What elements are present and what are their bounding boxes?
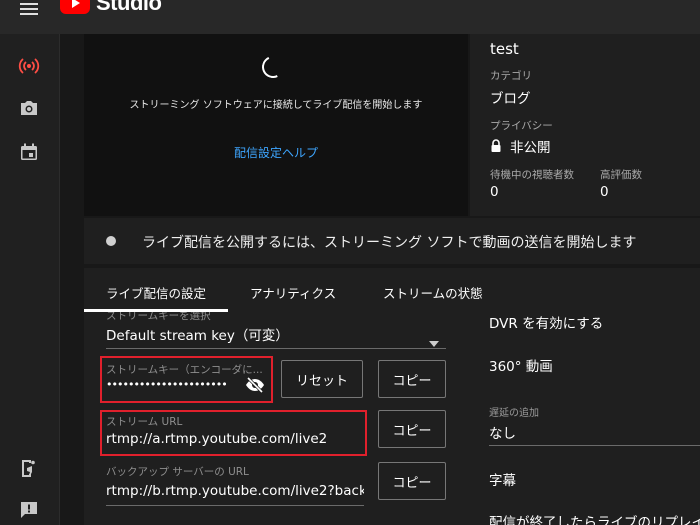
status-message: ライブ配信を公開するには、ストリーミング ソフトで動画の送信を開始します xyxy=(142,235,637,251)
dvr-setting[interactable]: DVR を有効にする xyxy=(489,312,603,332)
copy-stream-url-button[interactable]: コピー xyxy=(378,410,446,448)
captions-setting[interactable]: 字幕 xyxy=(489,469,516,489)
stream-key-select[interactable]: Default stream key（可変） xyxy=(106,324,289,344)
stream-key-label: ストリームキー（エンコーダに... xyxy=(106,364,263,376)
loading-spinner-icon xyxy=(258,52,288,82)
hamburger-icon[interactable] xyxy=(20,0,38,15)
camera-icon[interactable] xyxy=(17,96,41,120)
backup-url-label: バックアップ サーバーの URL xyxy=(106,466,249,478)
tab-analytics[interactable]: アナリティクス xyxy=(250,283,336,302)
select-underline xyxy=(106,348,446,349)
lock-icon xyxy=(490,138,502,152)
tab-stream-settings[interactable]: ライブ配信の設定 xyxy=(106,283,206,302)
backup-url-field[interactable]: rtmp://b.rtmp.youtube.com/live2?backup=1 xyxy=(106,483,364,499)
backup-url-underline xyxy=(106,505,364,506)
stream-title: test xyxy=(490,40,519,58)
latency-underline xyxy=(489,445,700,446)
stream-settings-help-link[interactable]: 配信設定ヘルプ xyxy=(84,144,468,161)
waiting-viewers-label: 待機中の視聴者数 xyxy=(490,169,574,181)
waiting-viewers-value: 0 xyxy=(490,184,499,200)
left-rail xyxy=(0,34,60,525)
latency-label: 遅延の追加 xyxy=(489,408,539,419)
youtube-logo-icon xyxy=(60,0,90,14)
preview-message: ストリーミング ソフトウェアに接続してライブ配信を開始します xyxy=(129,100,423,111)
top-bar: Studio xyxy=(0,0,700,34)
visibility-off-icon[interactable] xyxy=(245,376,265,394)
privacy-value: 非公開 xyxy=(510,140,551,156)
exit-icon[interactable] xyxy=(17,456,41,480)
stream-key-select-label: ストリームキーを選択 xyxy=(106,312,211,322)
live-broadcast-icon[interactable] xyxy=(17,54,41,78)
privacy-label: プライバシー xyxy=(490,120,553,132)
stream-status-bar: ライブ配信を公開するには、ストリーミング ソフトで動画の送信を開始します xyxy=(84,218,700,264)
category-value: ブログ xyxy=(490,91,531,107)
stream-key-field[interactable]: •••••••••••••••••••••••• xyxy=(106,378,226,391)
studio-logo[interactable]: Studio xyxy=(60,0,162,16)
stream-info-panel: test カテゴリ ブログ プライバシー 非公開 待機中の視聴者数 0 高評価数… xyxy=(470,34,700,216)
stream-settings-panel: ストリームキーを選択 Default stream key（可変） ストリームキ… xyxy=(84,312,700,525)
video-360-setting[interactable]: 360° 動画 xyxy=(489,355,553,375)
calendar-icon[interactable] xyxy=(17,140,41,164)
replay-setting[interactable]: 配信が終了したらライブのリプレイ xyxy=(489,511,700,525)
likes-label: 高評価数 xyxy=(600,169,642,181)
latency-value[interactable]: なし xyxy=(489,422,516,442)
stream-preview: ストリーミング ソフトウェアに接続してライブ配信を開始します 配信設定ヘルプ xyxy=(84,34,468,216)
tab-stream-health[interactable]: ストリームの状態 xyxy=(383,283,483,302)
stream-url-label: ストリーム URL xyxy=(106,416,183,428)
likes-value: 0 xyxy=(600,184,609,200)
logo-text: Studio xyxy=(96,0,162,15)
stream-url-field[interactable]: rtmp://a.rtmp.youtube.com/live2 xyxy=(106,431,327,447)
feedback-icon[interactable] xyxy=(17,498,41,522)
copy-backup-url-button[interactable]: コピー xyxy=(378,462,446,500)
tab-bar: ライブ配信の設定 アナリティクス ストリームの状態 xyxy=(84,268,700,312)
reset-button[interactable]: リセット xyxy=(281,360,363,398)
copy-stream-key-button[interactable]: コピー xyxy=(378,360,446,398)
category-label: カテゴリ xyxy=(490,70,532,82)
status-dot-icon xyxy=(106,236,116,246)
dropdown-arrow-icon[interactable] xyxy=(429,332,439,347)
